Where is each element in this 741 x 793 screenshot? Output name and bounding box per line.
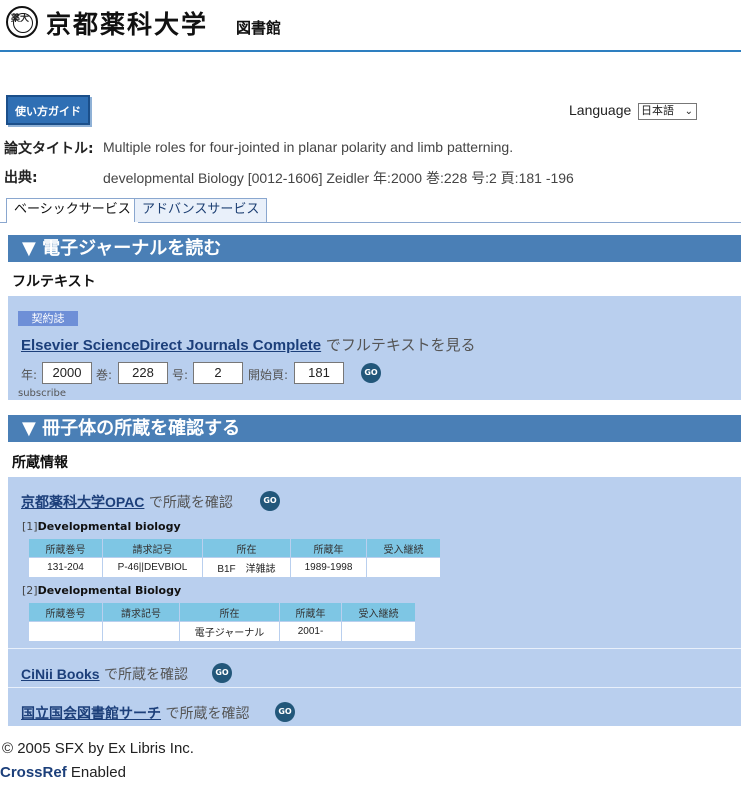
holdings-section-heading[interactable]: ▼ 冊子体の所蔵を確認する bbox=[8, 415, 741, 442]
column-header: 所蔵巻号 bbox=[28, 602, 103, 622]
cinii-row: CiNii Books で所蔵を確認 bbox=[21, 664, 188, 684]
column-header: 請求記号 bbox=[102, 602, 180, 622]
tab-basic-service[interactable]: ベーシックサービス bbox=[6, 198, 139, 223]
table-row: 電子ジャーナル 2001- bbox=[28, 621, 416, 642]
divider bbox=[8, 648, 741, 649]
source-value: developmental Biology [0012-1606] Zeidle… bbox=[103, 170, 574, 186]
cinii-suffix: で所蔵を確認 bbox=[104, 667, 189, 683]
start-page-label: 開始頁: bbox=[248, 368, 289, 382]
holdings-table: 所蔵巻号 請求記号 所在 所蔵年 受入継続 131-204 P-46||DEVB… bbox=[28, 538, 441, 578]
sciencedirect-link[interactable]: Elsevier ScienceDirect Journals Complete bbox=[21, 337, 321, 354]
language-selected-value: 日本語 bbox=[641, 105, 674, 117]
subscribe-note: subscribe bbox=[18, 388, 66, 399]
holding-record-title: [1]Developmental biology bbox=[22, 520, 181, 533]
ndl-row: 国立国会図書館サーチ で所蔵を確認 bbox=[21, 703, 249, 723]
ndl-suffix: で所蔵を確認 bbox=[165, 706, 250, 722]
table-cell: 131-204 bbox=[28, 557, 103, 578]
opac-link[interactable]: 京都薬科大学OPAC bbox=[21, 494, 144, 510]
title-value: Multiple roles for four-jointed in plana… bbox=[103, 139, 514, 155]
seal-text: 薬大 bbox=[11, 14, 30, 24]
language-label: Language bbox=[569, 102, 632, 118]
table-cell: 電子ジャーナル bbox=[179, 621, 280, 642]
column-header: 受入継続 bbox=[341, 602, 416, 622]
table-row: 131-204 P-46||DEVBIOL B1F 洋雑誌 1989-1998 bbox=[28, 557, 441, 578]
university-name: 京都薬科大学 bbox=[46, 10, 209, 39]
year-input[interactable]: 2000 bbox=[42, 362, 92, 384]
crossref-row: CrossRef Enabled bbox=[0, 764, 126, 781]
holdings-subheading: 所蔵情報 bbox=[12, 455, 68, 471]
issue-label: 号: bbox=[172, 368, 189, 382]
source-label: 出典: bbox=[4, 170, 38, 186]
library-name: 図書館 bbox=[236, 19, 282, 37]
volume-input[interactable]: 228 bbox=[118, 362, 168, 384]
usage-guide-button[interactable]: 使い方ガイド bbox=[6, 95, 90, 125]
column-header: 請求記号 bbox=[102, 538, 203, 558]
chevron-down-icon: ⌄ bbox=[684, 106, 693, 117]
fulltext-go-button[interactable]: GO bbox=[361, 363, 381, 383]
ndl-search-link[interactable]: 国立国会図書館サーチ bbox=[21, 705, 161, 721]
opac-go-button[interactable]: GO bbox=[260, 491, 280, 511]
table-cell bbox=[341, 621, 416, 642]
ndl-go-button[interactable]: GO bbox=[275, 702, 295, 722]
language-select[interactable]: 日本語 ⌄ bbox=[638, 103, 697, 120]
holding-record-title: [2]Developmental Biology bbox=[22, 584, 181, 597]
fulltext-link-suffix: でフルテキストを見る bbox=[325, 336, 476, 354]
holding-record-index: [1] bbox=[22, 520, 38, 533]
table-cell: B1F 洋雑誌 bbox=[202, 557, 291, 578]
column-header: 所在 bbox=[202, 538, 291, 558]
opac-suffix: で所蔵を確認 bbox=[148, 495, 233, 511]
holding-record-name: Developmental biology bbox=[37, 520, 181, 533]
table-header-row: 所蔵巻号 請求記号 所在 所蔵年 受入継続 bbox=[28, 538, 441, 558]
table-cell: P-46||DEVBIOL bbox=[102, 557, 203, 578]
holding-record-name: Developmental Biology bbox=[37, 584, 182, 597]
column-header: 所蔵年 bbox=[290, 538, 367, 558]
volume-label: 巻: bbox=[96, 368, 113, 382]
fulltext-subheading: フルテキスト bbox=[12, 274, 96, 290]
fulltext-link-row: Elsevier ScienceDirect Journals Complete… bbox=[21, 334, 475, 355]
divider bbox=[8, 687, 741, 688]
copyright-text: © 2005 SFX by Ex Libris Inc. bbox=[2, 740, 194, 757]
table-cell bbox=[28, 621, 103, 642]
table-header-row: 所蔵巻号 請求記号 所在 所蔵年 受入継続 bbox=[28, 602, 416, 622]
subscribed-badge: 契約誌 bbox=[18, 311, 78, 326]
holding-record-index: [2] bbox=[22, 584, 38, 597]
crossref-link[interactable]: CrossRef bbox=[0, 764, 67, 781]
year-label: 年: bbox=[21, 368, 38, 382]
cinii-books-link[interactable]: CiNii Books bbox=[21, 666, 100, 682]
start-page-input[interactable]: 181 bbox=[294, 362, 344, 384]
issue-input[interactable]: 2 bbox=[193, 362, 243, 384]
column-header: 所蔵巻号 bbox=[28, 538, 103, 558]
crossref-suffix: Enabled bbox=[70, 764, 126, 781]
ejournal-section-heading[interactable]: ▼ 電子ジャーナルを読む bbox=[8, 235, 741, 262]
tab-advanced-service[interactable]: アドバンスサービス bbox=[134, 198, 268, 222]
table-cell bbox=[102, 621, 180, 642]
column-header: 所在 bbox=[179, 602, 280, 622]
holdings-table: 所蔵巻号 請求記号 所在 所蔵年 受入継続 電子ジャーナル 2001- bbox=[28, 602, 416, 642]
site-header: 薬大 京都薬科大学 図書館 bbox=[0, 0, 741, 52]
column-header: 所蔵年 bbox=[279, 602, 342, 622]
table-cell bbox=[366, 557, 441, 578]
cinii-go-button[interactable]: GO bbox=[212, 663, 232, 683]
table-cell: 1989-1998 bbox=[290, 557, 367, 578]
column-header: 受入継続 bbox=[366, 538, 441, 558]
table-cell: 2001- bbox=[279, 621, 342, 642]
title-label: 論文タイトル: bbox=[4, 141, 94, 157]
opac-row: 京都薬科大学OPAC で所蔵を確認 bbox=[21, 492, 233, 512]
